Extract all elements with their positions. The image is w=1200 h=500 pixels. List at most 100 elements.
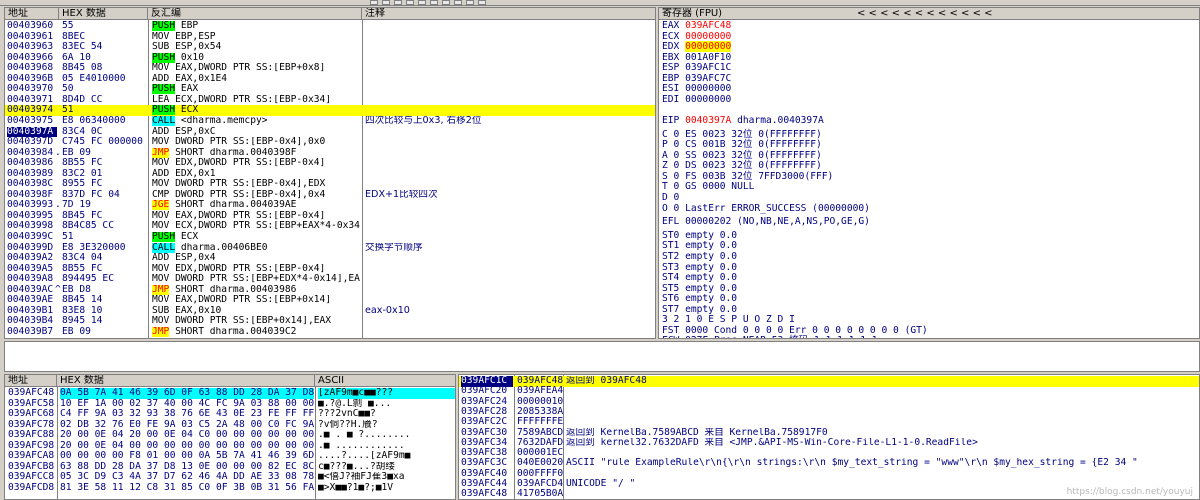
dump-address[interactable]: 039AFC58 [8,399,56,410]
dump-row[interactable]: 039AFCB8 63 88 DD 28 DA 37 D8 13 0E 00 00… [5,462,455,473]
instruction-address[interactable]: 004039B1 [7,306,57,317]
stack-value[interactable]: 7632DAFD [517,438,563,449]
toolbar-button[interactable] [442,0,450,5]
toolbar-button[interactable] [370,0,378,5]
stack-address[interactable]: 039AFC20 [461,386,513,397]
dump-row[interactable]: 039AFC48 0A 5B 7A 41 46 39 6D 0F 63 88 DD… [5,388,455,399]
stack-address[interactable]: 039AFC28 [461,407,513,418]
dump-row[interactable]: 039AFC88 20 00 0E 04 20 00 0E 04 C0 00 00… [5,430,455,441]
register-value[interactable]: 00000000 [685,41,732,53]
dump-address[interactable]: 039AFC68 [8,409,56,420]
disasm-row[interactable]: 00403968 8B45 08 MOV EAX,DWORD PTR SS:[EBP… [5,63,655,74]
instruction-address[interactable]: 00403995 [7,211,57,222]
stack-row[interactable]: 039AFC40 000FFFF0 [459,469,1199,480]
instruction-address[interactable]: 00403961 [7,32,57,43]
toolbar-button[interactable] [454,0,462,5]
disasm-row[interactable]: 00403975 E8 06340000 CALL <dharma.memcpy> 四… [5,115,655,127]
toolbar-button[interactable] [478,0,486,5]
instruction-address[interactable]: 00403960 [7,21,57,32]
dump-hex-bytes[interactable]: 00 00 00 00 F8 01 00 00 0A 5B 7A 41 46 3… [60,451,314,462]
instruction-address[interactable]: 004039B7 [7,327,57,338]
dump-address[interactable]: 039AFC98 [8,441,56,452]
instruction-address[interactable]: 00403984 [7,148,57,159]
instruction-address[interactable]: 00403989 [7,169,57,180]
disasm-row[interactable]: 0040399D E8 3E320000 CALL dharma.00406BE0 交… [5,242,655,254]
instruction-address[interactable]: 0040399C [7,232,57,243]
stack-value[interactable]: 41705B0A [517,489,563,499]
instruction-address[interactable]: 004039A8 [7,274,57,285]
disassembly-pane[interactable]: 地址 HEX 数据 反汇编 注释 00403960 55 PUSH EBP 00403… [4,7,656,339]
registers-arrows[interactable]: < < < < < < < < < < < < [857,8,993,19]
instruction-address[interactable]: 00403971 [7,95,57,106]
stack-value[interactable]: 040E0020 [517,458,563,469]
dump-row[interactable]: 039AFC98 20 00 0E 04 00 00 00 00 00 00 00… [5,441,455,452]
disasm-row[interactable]: 004039B1 83E8 10 SUB EAX,0x10 eax-0x10 [5,306,655,317]
dump-row[interactable]: 039AFC68 C4 FF 9A 03 32 93 38 76 6E 43 0E… [5,409,455,420]
stack-address[interactable]: 039AFC2C [461,417,513,428]
disasm-row[interactable]: 0040397D C745 FC 000000 MOV DWORD PTR SS:[… [5,137,655,148]
stack-row[interactable]: 039AFC20 039AFEA4 [459,386,1199,397]
stack-row[interactable]: 039AFC34 7632DAFD 返回到 kernel32.7632DAFD 来自… [459,438,1199,449]
stack-address[interactable]: 039AFC34 [461,438,513,449]
stack-value[interactable]: 00000010 [517,397,563,408]
dump-header-address[interactable]: 地址 [5,375,57,387]
dump-address[interactable]: 039AFCA8 [8,451,56,462]
register-value[interactable]: 039AFC7C [685,73,731,84]
dump-hex-bytes[interactable]: 63 88 DD 28 DA 37 D8 13 0E 00 00 00 82 E… [60,462,314,473]
disasm-row[interactable]: 00403984. EB 09 JMP SHORT dharma.0040398F [5,147,655,159]
dump-hex-bytes[interactable]: 81 3E 58 11 12 C8 31 85 C0 0F 3B 0B 31 5… [60,483,314,494]
toolbar-button[interactable] [418,0,426,5]
toolbar-button[interactable] [406,0,414,5]
stack-row[interactable]: 039AFC3C 040E0020 ASCII "rule ExampleRule\… [459,458,1199,469]
instruction-address[interactable]: 00403986 [7,158,57,169]
stack-value[interactable]: 000001EC [517,448,563,459]
disasm-row[interactable]: 0040397A 83C4 0C ADD ESP,0xC [5,126,655,137]
instruction-address[interactable]: 00403974 [7,105,57,116]
disasm-row[interactable]: 00403960 55 PUSH EBP [5,21,655,32]
instruction-address[interactable]: 004039B4 [7,316,57,327]
instruction-address[interactable]: 00403966 [7,53,57,64]
dump-row[interactable]: 039AFC58 10 EF 1A 00 02 37 40 00 4C FC 9A… [5,399,455,410]
register-value[interactable]: 039AFC48 [685,20,731,31]
dump-hex-bytes[interactable]: 20 00 0E 04 20 00 0E 04 C0 00 00 00 00 0… [60,430,314,441]
toolbar-button[interactable] [382,0,390,5]
disasm-row[interactable]: 004039AC ^ EB D8 JMP SHORT dharma.00403986 [5,284,655,296]
stack-value[interactable]: 000FFFF0 [517,469,563,480]
instruction-address[interactable]: 0040398F [7,190,57,201]
dump-address[interactable]: 039AFC88 [8,430,56,441]
instruction-address[interactable]: 00403975 [7,116,57,127]
dump-address[interactable]: 039AFCD8 [8,483,56,494]
disasm-row[interactable]: 00403963 83EC 54 SUB ESP,0x54 [5,42,655,53]
toolbar-button[interactable] [394,0,402,5]
disasm-row[interactable]: 00403993. 7D 19 JGE SHORT dharma.004039AE [5,200,655,211]
dump-hex-bytes[interactable]: 02 DB 32 76 E0 FE 9A 03 C5 2A 48 00 C0 F… [60,420,314,431]
dump-hex-bytes[interactable]: 05 3C D9 C3 4A 37 D7 62 46 4A DD AE 33 0… [60,472,314,483]
stack-address[interactable]: 039AFC40 [461,469,513,480]
instruction-address[interactable]: 004039A5 [7,264,57,275]
instruction-address[interactable]: 00403998 [7,221,57,232]
disasm-row[interactable]: 004039AE 8B45 14 MOV EAX,DWORD PTR SS:[EBP… [5,295,655,306]
dump-address[interactable]: 039AFC48 [8,388,56,399]
disasm-row[interactable]: 00403971 8D4D CC LEA ECX,DWORD PTR SS:[EBP… [5,95,655,106]
flag-line[interactable]: O 0 LastErr ERROR_SUCCESS (00000000) [662,203,870,215]
memory-dump-pane[interactable]: 地址 HEX 数据 ASCII 039AFC48 0A 5B 7A 41 46 3… [4,374,456,500]
instruction-address[interactable]: 0040397A [7,126,57,137]
disasm-row[interactable]: 00403986 8B55 FC MOV EDX,DWORD PTR SS:[EBP… [5,158,655,169]
dump-address[interactable]: 039AFCC8 [8,472,56,483]
stack-row[interactable]: 039AFC38 000001EC [459,448,1199,459]
flag-line[interactable]: D 0 [662,192,679,204]
stack-address[interactable]: 039AFC30 [461,428,513,439]
stack-pane[interactable]: 039AFC1C 039AFC48 返回到 039AFC48 039AFC20 039A… [458,374,1200,500]
instruction-address[interactable]: 00403993 [7,200,57,211]
disasm-row[interactable]: 00403966 6A 10 PUSH 0x10 [5,52,655,64]
stack-value[interactable]: 2085338A [517,407,563,418]
instruction-address[interactable]: 004039A2 [7,253,57,264]
register-eip[interactable]: EIP 0040397A dharma.0040397A [662,115,824,127]
instruction-address[interactable]: 0040397D [7,137,57,148]
stack-row[interactable]: 039AFC24 00000010 [459,397,1199,408]
col-header-address[interactable]: 地址 [5,8,59,20]
stack-value[interactable]: 039AFCD4 [517,479,563,490]
stack-row[interactable]: 039AFC2C FFFFFFFE [459,417,1199,428]
stack-value[interactable]: 7589ABCD [517,428,563,439]
register-edi[interactable]: EDI 00000000 [662,94,731,106]
